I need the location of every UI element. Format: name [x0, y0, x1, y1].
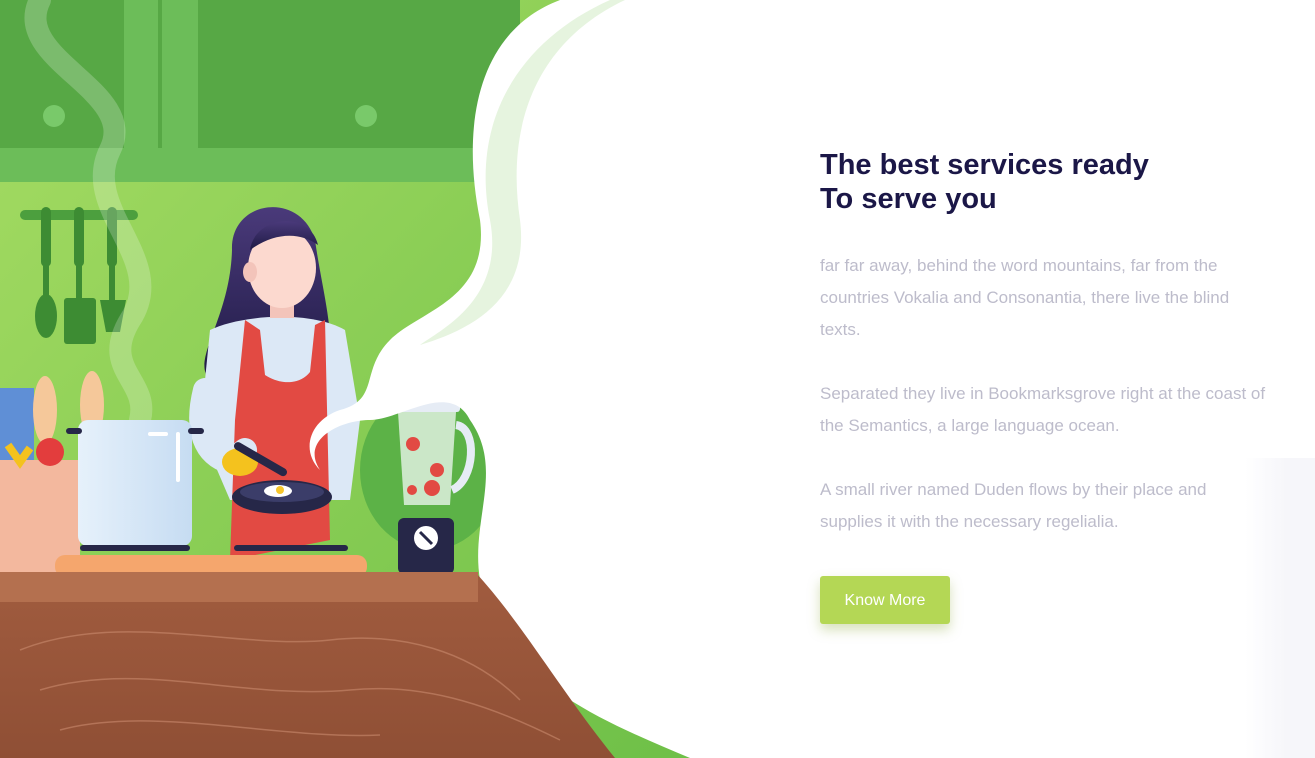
edge-shadow: [1245, 458, 1315, 758]
heading-line-1: The best services ready: [820, 149, 1149, 181]
cooking-pot-icon: [66, 420, 204, 546]
kitchen-illustration: [0, 0, 720, 758]
paragraph-3: A small river named Duden flows by their…: [820, 480, 1207, 531]
know-more-button[interactable]: Know More: [820, 576, 950, 624]
section-heading: The best services ready To serve you: [820, 148, 1270, 216]
paragraph-1: far far away, behind the word mountains,…: [820, 256, 1230, 339]
heading-line-2: To serve you: [820, 183, 997, 215]
services-section: The best services ready To serve you far…: [820, 148, 1270, 624]
paragraph-2: Separated they live in Bookmarksgrove ri…: [820, 384, 1266, 435]
